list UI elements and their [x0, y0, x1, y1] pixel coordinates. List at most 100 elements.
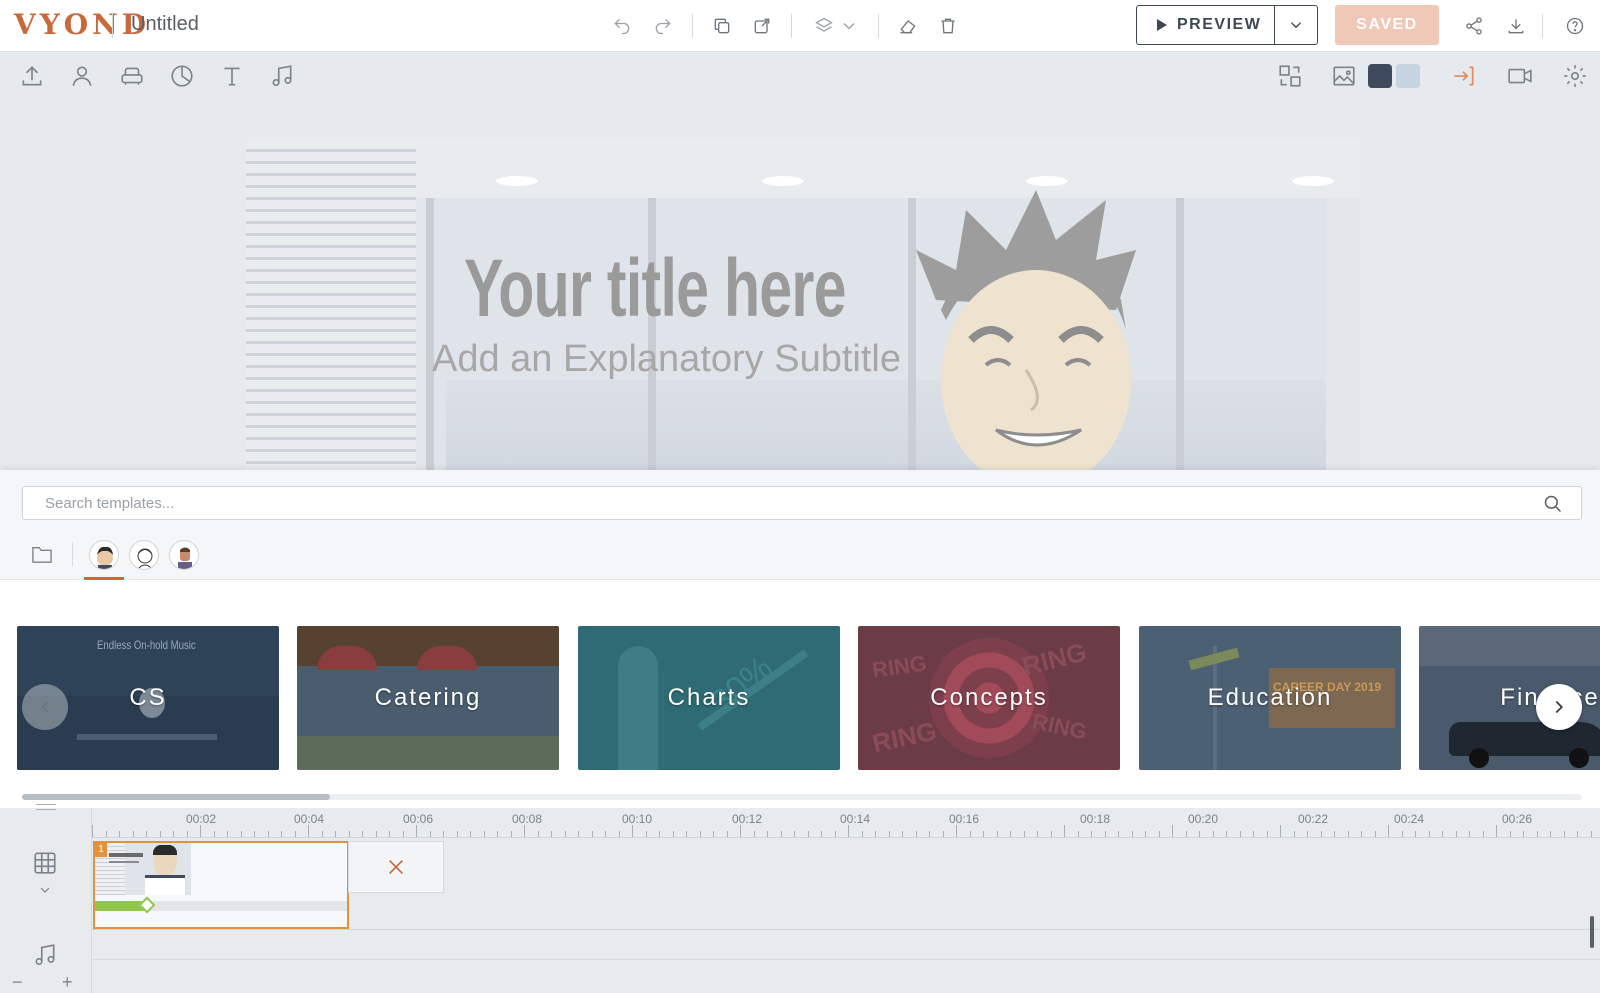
ruler-tick — [375, 831, 377, 837]
ruler-tick — [848, 825, 849, 837]
timeline: − + 00:02 00:04 00:06 00:08 00:10 00:12 … — [0, 804, 1600, 993]
preview-main-button[interactable]: PREVIEW — [1137, 6, 1275, 44]
car-wheel — [1569, 748, 1589, 768]
ruler-tick — [767, 831, 768, 837]
ruler-tick — [726, 831, 728, 837]
template-card-concepts[interactable]: RING RING RING RING Concepts — [858, 626, 1120, 770]
chevron-right-icon — [1555, 700, 1564, 714]
ruler-tick — [1455, 831, 1457, 837]
trash-icon[interactable] — [936, 14, 960, 38]
woman-figure — [618, 646, 658, 770]
music-track-icon[interactable] — [32, 942, 58, 968]
audio-track-line — [92, 959, 1600, 960]
ruler-tick — [1050, 831, 1052, 837]
scene-subtitle-text[interactable]: Add an Explanatory Subtitle — [432, 338, 901, 381]
text-icon[interactable] — [218, 62, 246, 90]
style-chip-business-friendly[interactable] — [89, 540, 119, 570]
scenes-track-icon[interactable] — [32, 850, 58, 876]
zoom-out-button[interactable]: − — [12, 972, 23, 993]
ruler-tick — [402, 831, 404, 837]
vyond-logo[interactable]: VYOND — [14, 8, 150, 41]
ruler-tick — [645, 831, 647, 837]
scene-clip[interactable]: 1 — [93, 841, 349, 929]
character-icon[interactable] — [68, 62, 96, 90]
undo-icon[interactable] — [610, 14, 634, 38]
timeline-ruler[interactable]: 00:02 00:04 00:06 00:08 00:10 00:12 00:1… — [92, 808, 1600, 838]
ruler-tick — [483, 831, 485, 837]
swap-icon[interactable] — [1276, 62, 1304, 90]
share-icon[interactable] — [1462, 14, 1486, 38]
template-card-catering[interactable]: Catering — [297, 626, 559, 770]
saved-button[interactable]: SAVED — [1335, 5, 1439, 45]
preview-button[interactable]: PREVIEW — [1136, 5, 1318, 45]
ruler-tick — [335, 831, 336, 837]
ruler-tick — [348, 831, 350, 837]
chevron-down-icon[interactable] — [37, 882, 53, 898]
download-icon[interactable] — [1504, 14, 1528, 38]
style-chip-contemporary[interactable] — [169, 540, 199, 570]
copy-icon[interactable] — [710, 14, 734, 38]
template-card-education[interactable]: CAREER DAY 2019 Education — [1139, 626, 1401, 770]
ring-word: RING — [870, 650, 929, 683]
active-style-indicator — [84, 577, 124, 580]
search-icon[interactable] — [1543, 494, 1563, 514]
carousel-scrollbar[interactable] — [22, 794, 1582, 800]
zoom-in-button[interactable]: + — [62, 972, 73, 993]
ruler-tick — [510, 831, 512, 837]
preview-dropdown-button[interactable] — [1275, 16, 1317, 34]
help-icon[interactable] — [1563, 14, 1587, 38]
ceiling-light — [496, 176, 538, 186]
background-image-icon[interactable] — [1330, 62, 1358, 90]
building-top — [1419, 626, 1600, 666]
ruler-tick — [794, 831, 795, 837]
folder-icon[interactable] — [31, 544, 53, 564]
ruler-tick — [821, 831, 822, 837]
ruler-tick — [564, 831, 566, 837]
document-title[interactable]: Untitled — [131, 13, 199, 36]
layers-icon[interactable] — [812, 14, 836, 38]
ruler-tick — [537, 831, 539, 837]
template-carousel: Endless On-hold Music CS Catering 30% Ch… — [0, 626, 1600, 770]
music-icon[interactable] — [268, 62, 296, 90]
tick-label: 00:16 — [949, 812, 980, 826]
ruler-tick — [173, 831, 174, 837]
resize-handle[interactable] — [36, 804, 56, 810]
ruler-tick — [834, 831, 836, 837]
upload-icon[interactable] — [18, 62, 46, 90]
paste-icon[interactable] — [750, 14, 774, 38]
remove-scene-button[interactable] — [348, 841, 444, 893]
carousel-next-button[interactable] — [1536, 684, 1582, 730]
redo-icon[interactable] — [651, 14, 675, 38]
chevron-down-icon[interactable] — [837, 14, 861, 38]
ruler-tick — [1131, 831, 1133, 837]
ruler-tick — [186, 831, 188, 837]
scene-stage[interactable]: Your title here Add an Explanatory Subti… — [246, 140, 1360, 470]
style-chip-whiteboard[interactable] — [129, 540, 159, 570]
scene-title-text[interactable]: Your title here — [464, 242, 847, 336]
ruler-tick — [1104, 831, 1106, 837]
chart-icon[interactable] — [168, 62, 196, 90]
enter-effect-icon[interactable] — [1450, 62, 1478, 90]
prop-icon[interactable] — [118, 62, 146, 90]
template-search-input[interactable] — [23, 487, 1581, 519]
chevron-left-icon — [40, 700, 49, 714]
ruler-tick — [213, 831, 215, 837]
template-card-label: CS — [129, 684, 167, 711]
character-figure[interactable] — [916, 190, 1156, 470]
timeline-vertical-scrollbar[interactable] — [1590, 916, 1594, 948]
camera-icon[interactable] — [1506, 62, 1534, 90]
ruler-tick — [1334, 831, 1335, 837]
carousel-prev-button[interactable] — [22, 684, 68, 730]
scrollbar-thumb[interactable] — [22, 794, 330, 800]
template-card-label: Charts — [667, 684, 751, 711]
eraser-icon[interactable] — [896, 14, 920, 38]
color-swatch-light[interactable] — [1396, 64, 1420, 88]
ruler-tick — [1469, 831, 1470, 837]
color-swatch-dark[interactable] — [1368, 64, 1392, 88]
ruler-tick — [362, 831, 363, 837]
template-card-charts[interactable]: 30% Charts — [578, 626, 840, 770]
audio-track[interactable] — [92, 931, 1600, 993]
ruler-tick — [308, 825, 309, 837]
settings-gear-icon[interactable] — [1561, 62, 1589, 90]
ruler-tick — [686, 831, 687, 837]
